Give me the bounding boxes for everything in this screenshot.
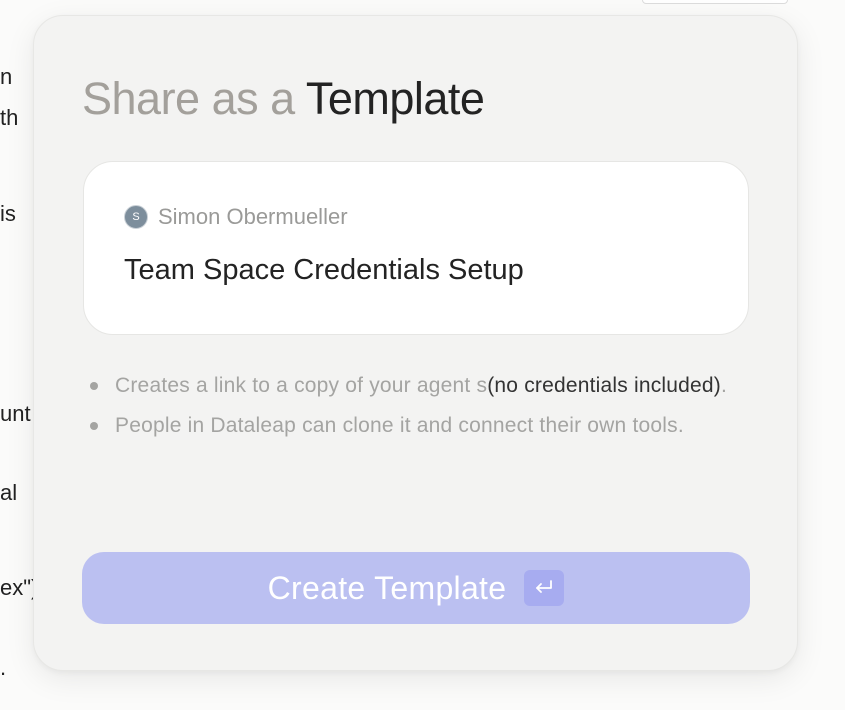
share-template-modal: Share as a Template S Simon Obermueller … — [33, 15, 798, 671]
list-item-suffix: . — [721, 374, 728, 397]
template-preview-card: S Simon Obermueller Team Space Credentia… — [83, 161, 749, 335]
author-name: Simon Obermueller — [158, 204, 348, 229]
background-text-fragment: th — [0, 105, 19, 130]
list-item-text: People in Dataleap can clone it and conn… — [115, 414, 684, 437]
modal-title: Share as a Template — [82, 72, 485, 126]
info-list: Creates a link to a copy of your agent s… — [89, 370, 739, 450]
background-text-fragment: . — [0, 655, 7, 680]
list-item: Creates a link to a copy of your agent s… — [89, 370, 739, 402]
background-text-fragment: is — [0, 201, 16, 226]
background-text-fragment: unt — [0, 401, 31, 426]
modal-title-main: Template — [305, 73, 485, 124]
list-item-text: Creates a link to a copy of your agent s — [115, 374, 488, 397]
create-template-button[interactable]: Create Template — [82, 552, 750, 624]
bullet-dot-icon — [90, 382, 98, 390]
create-template-label: Create Template — [267, 569, 507, 606]
enter-icon — [524, 570, 565, 606]
modal-title-prefix: Share as a — [82, 73, 295, 124]
list-item: People in Dataleap can clone it and conn… — [89, 410, 739, 442]
template-name: Team Space Credentials Setup — [124, 254, 524, 286]
template-author: S Simon Obermueller — [124, 204, 348, 230]
background-toolbar-edge — [642, 0, 788, 4]
bullet-dot-icon — [90, 422, 98, 430]
list-item-emphasis: (no credentials included) — [487, 374, 721, 397]
avatar: S — [124, 205, 148, 229]
background-text-fragment: al — [0, 480, 18, 505]
background-text-fragment: n — [0, 64, 13, 89]
